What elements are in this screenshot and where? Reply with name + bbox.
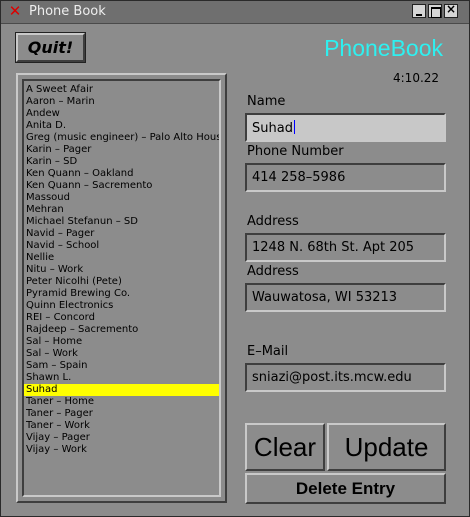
list-item[interactable]: Andew	[24, 108, 219, 120]
list-item[interactable]: Ken Quann – Sacremento	[24, 180, 219, 192]
phone-label: Phone Number	[247, 144, 344, 159]
title-bar[interactable]: ✕ Phone Book ×	[1, 1, 469, 24]
list-item[interactable]: Vijay – Pager	[24, 432, 219, 444]
address-line2-value: Wauwatosa, WI 53213	[252, 290, 398, 305]
list-item[interactable]: Pyramid Brewing Co.	[24, 288, 219, 300]
address-label: Address	[247, 214, 299, 229]
list-item[interactable]: Taner – Home	[24, 396, 219, 408]
list-item[interactable]: Mehran	[24, 204, 219, 216]
delete-entry-button[interactable]: Delete Entry	[245, 473, 446, 504]
address-line1-field[interactable]: 1248 N. 68th St. Apt 205	[245, 233, 446, 262]
list-item[interactable]: Quinn Electronics	[24, 300, 219, 312]
clock-time: 4:10.22	[393, 71, 440, 85]
list-item-selected[interactable]: Suhad	[24, 384, 219, 396]
maximize-icon[interactable]	[428, 4, 442, 18]
list-item[interactable]: Ken Quann – Oakland	[24, 168, 219, 180]
list-item[interactable]: Vijay – Work	[24, 444, 219, 456]
list-item[interactable]: Sam – Spain	[24, 360, 219, 372]
contact-list[interactable]: A Sweet Afair Aaron – Marin Andew Anita D. G…	[22, 79, 221, 497]
phone-value: 414 258–5986	[252, 170, 346, 185]
list-item[interactable]: Michael Stefanun – SD	[24, 216, 219, 228]
phone-field[interactable]: 414 258–5986	[245, 163, 446, 192]
email-field[interactable]: sniazi@post.its.mcw.edu	[245, 363, 446, 392]
list-item[interactable]: Massoud	[24, 192, 219, 204]
clear-button[interactable]: Clear	[245, 423, 325, 471]
address-line1-value: 1248 N. 68th St. Apt 205	[252, 240, 415, 255]
name-value: Suhad	[252, 121, 293, 136]
text-caret	[293, 120, 295, 134]
list-item[interactable]: Navid – Pager	[24, 228, 219, 240]
window-title: Phone Book	[29, 4, 106, 19]
app-title: PhoneBook	[324, 35, 443, 61]
list-item[interactable]: Nellie	[24, 252, 219, 264]
address-line2-field[interactable]: Wauwatosa, WI 53213	[245, 283, 446, 312]
list-item[interactable]: Sal – Home	[24, 336, 219, 348]
name-field[interactable]: Suhad	[245, 113, 446, 142]
list-item[interactable]: Taner – Pager	[24, 408, 219, 420]
list-item[interactable]: Sal – Work	[24, 348, 219, 360]
email-value: sniazi@post.its.mcw.edu	[252, 370, 412, 385]
update-button[interactable]: Update	[327, 423, 446, 471]
phonebook-window: ✕ Phone Book × Quit! PhoneBook 4:10.22 A…	[0, 0, 470, 517]
address2-label: Address	[247, 264, 299, 279]
list-item[interactable]: Shawn L.	[24, 372, 219, 384]
list-item[interactable]: Rajdeep – Sacremento	[24, 324, 219, 336]
x-close-icon[interactable]: ✕	[7, 3, 23, 19]
list-item[interactable]: Peter Nicolhi (Pete)	[24, 276, 219, 288]
list-item[interactable]: Karin – Pager	[24, 144, 219, 156]
list-item[interactable]: Taner – Work	[24, 420, 219, 432]
email-label: E–Mail	[247, 344, 289, 359]
list-item[interactable]: Nitu – Work	[24, 264, 219, 276]
contact-list-panel: A Sweet Afair Aaron – Marin Andew Anita D. G…	[16, 73, 227, 503]
list-item[interactable]: Navid – School	[24, 240, 219, 252]
list-item[interactable]: Greg (music engineer) – Palo Alto House	[24, 132, 219, 144]
quit-button[interactable]: Quit!	[15, 32, 86, 63]
window-close-icon[interactable]: ×	[444, 2, 458, 18]
list-item[interactable]: Anita D.	[24, 120, 219, 132]
list-item[interactable]: A Sweet Afair	[24, 84, 219, 96]
minimize-icon[interactable]	[412, 4, 426, 18]
name-label: Name	[247, 94, 286, 109]
list-item[interactable]: Aaron – Marin	[24, 96, 219, 108]
list-item[interactable]: Karin – SD	[24, 156, 219, 168]
list-item[interactable]: REI – Concord	[24, 312, 219, 324]
